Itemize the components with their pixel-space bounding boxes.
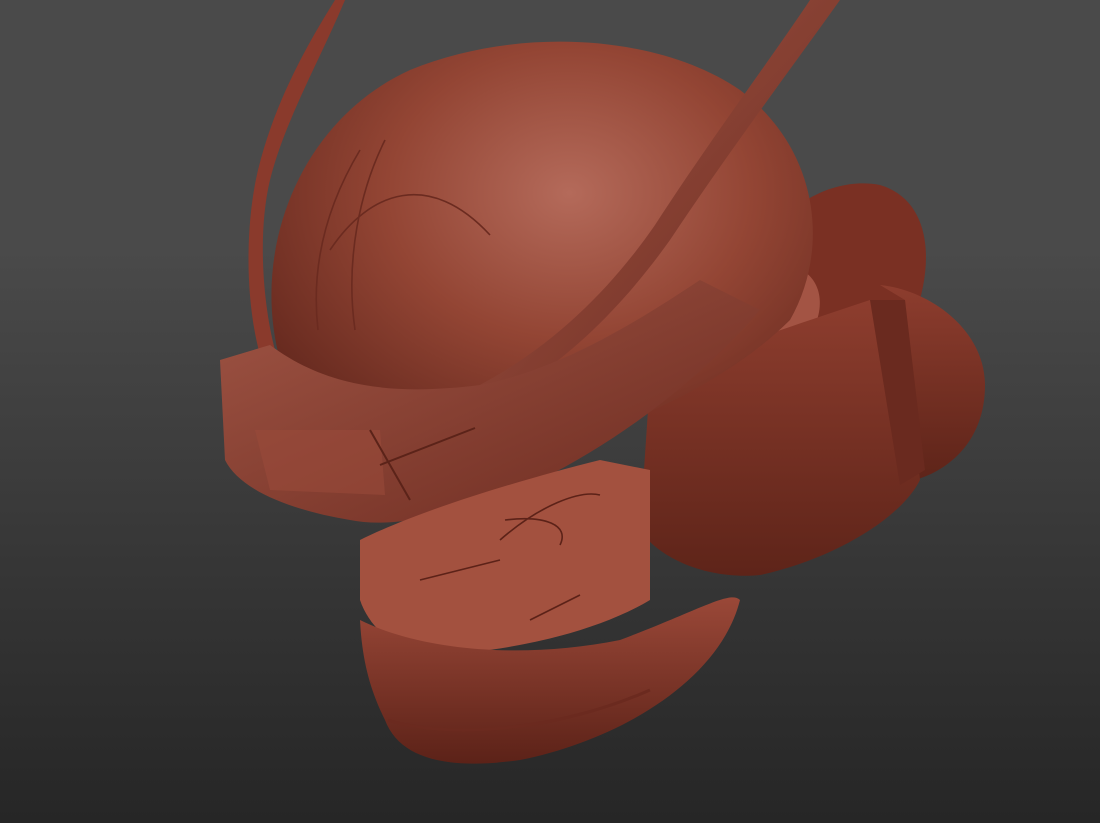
helmet-model[interactable] (0, 0, 1100, 823)
sculpt-viewport[interactable] (0, 0, 1100, 823)
